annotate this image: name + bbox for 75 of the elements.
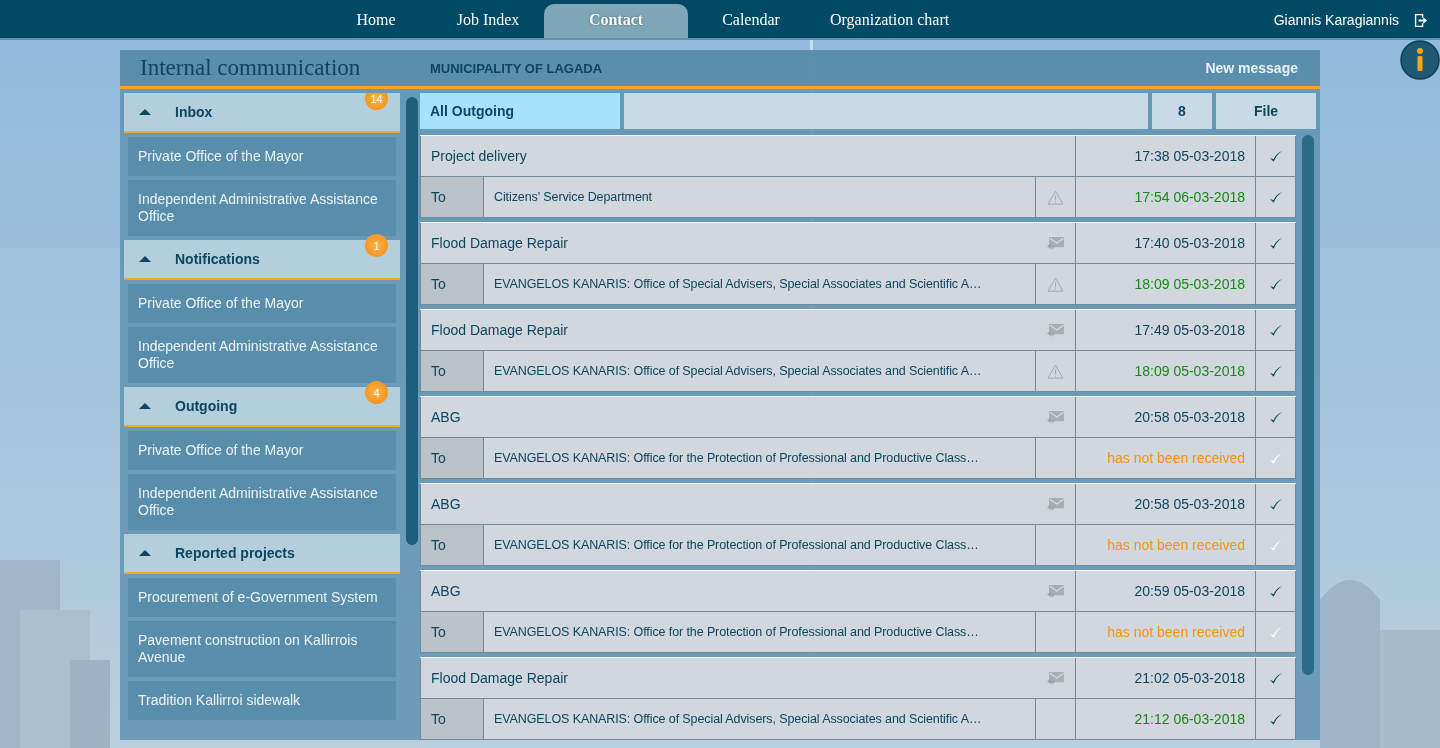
sent-time: 20:58 05-03-2018 xyxy=(1075,484,1255,524)
sent-time: 17:40 05-03-2018 xyxy=(1075,223,1255,263)
receipt-status: 17:54 06-03-2018 xyxy=(1075,177,1255,217)
sent-time: 17:38 05-03-2018 xyxy=(1075,136,1255,176)
message-row[interactable]: To EVANGELOS KANARIS: Office for the Protection of Professional and Productive Class… has not been received xyxy=(420,525,1296,566)
recipient-label: To xyxy=(421,438,483,478)
reply-icon[interactable] xyxy=(1045,583,1065,599)
message-row[interactable]: To EVANGELOS KANARIS: Office of Special Advisers, Special Associates and Scientific A… 21:12 06-03-2018 xyxy=(420,699,1296,740)
section-title: Internal communication xyxy=(139,55,362,81)
scrollbar[interactable] xyxy=(1302,135,1314,675)
recipient-name: EVANGELOS KANARIS: Office of Special Advisers, Special Associates and Scientific A… xyxy=(483,351,1035,391)
reply-icon[interactable] xyxy=(1045,409,1065,425)
organization-name: MUNICIPALITY OF LAGADA xyxy=(430,60,603,76)
section-header-label: Notifications xyxy=(175,251,260,267)
nav-tab[interactable]: Home xyxy=(320,4,432,38)
sent-time: 21:02 05-03-2018 xyxy=(1075,658,1255,698)
recipient-label: To xyxy=(421,699,483,739)
recipient-label: To xyxy=(421,351,483,391)
message-row[interactable]: To EVANGELOS KANARIS: Office for the Protection of Professional and Productive Class… has not been received xyxy=(420,612,1296,653)
info-button[interactable] xyxy=(1400,40,1440,80)
filter-tab[interactable]: All Outgoing xyxy=(420,93,620,129)
message-row[interactable]: To EVANGELOS KANARIS: Office of Special Advisers, Special Associates and Scientific A… 18:09 05-03-2018 xyxy=(420,351,1296,392)
receipt-status: 18:09 05-03-2018 xyxy=(1075,264,1255,304)
message-subject[interactable]: Flood Damage Repair xyxy=(421,658,1035,698)
message-row[interactable]: Project delivery 17:38 05-03-2018 xyxy=(420,136,1296,177)
recipient-label: To xyxy=(421,264,483,304)
recipient-name: EVANGELOS KANARIS: Office of Special Advisers, Special Associates and Scientific A… xyxy=(483,699,1035,739)
recipient-label: To xyxy=(421,612,483,652)
file-button[interactable]: File xyxy=(1216,93,1316,129)
nav-tab[interactable]: Calendar xyxy=(688,4,814,38)
message-row[interactable]: To EVANGELOS KANARIS: Office for the Protection of Professional and Productive Class… has not been received xyxy=(420,438,1296,479)
recipient-name: Citizens' Service Department xyxy=(483,177,1035,217)
message-row[interactable]: Flood Damage Repair 17:40 05-03-2018 xyxy=(420,223,1296,264)
nav-tab[interactable]: Job Index xyxy=(432,4,544,38)
message-row[interactable]: Flood Damage Repair 21:02 05-03-2018 xyxy=(420,658,1296,699)
message-count: 8 xyxy=(1152,93,1212,129)
message-subject[interactable]: Flood Damage Repair xyxy=(421,223,1035,263)
section-header[interactable]: Reported projects xyxy=(124,534,400,574)
receipt-status: has not been received xyxy=(1075,525,1255,565)
sent-time: 20:58 05-03-2018 xyxy=(1075,397,1255,437)
receipt-status: 18:09 05-03-2018 xyxy=(1075,351,1255,391)
message-subject[interactable]: ABG xyxy=(421,397,1035,437)
message-row[interactable]: ABG 20:59 05-03-2018 xyxy=(420,571,1296,612)
recipient-name: EVANGELOS KANARIS: Office for the Protection of Professional and Productive Class… xyxy=(483,525,1035,565)
message-row[interactable]: To EVANGELOS KANARIS: Office of Special Advisers, Special Associates and Scientific A… 18:09 05-03-2018 xyxy=(420,264,1296,305)
message-subject[interactable]: ABG xyxy=(421,571,1035,611)
recipient-name: EVANGELOS KANARIS: Office for the Protection of Professional and Productive Class… xyxy=(483,612,1035,652)
receipt-status: has not been received xyxy=(1075,438,1255,478)
message-row[interactable]: ABG 20:58 05-03-2018 xyxy=(420,484,1296,525)
reply-icon[interactable] xyxy=(1045,235,1065,251)
recipient-name: EVANGELOS KANARIS: Office of Special Advisers, Special Associates and Scientific A… xyxy=(483,264,1035,304)
recipient-label: To xyxy=(421,177,483,217)
message-subject[interactable]: ABG xyxy=(421,484,1035,524)
receipt-status: 21:12 06-03-2018 xyxy=(1075,699,1255,739)
message-row[interactable]: To Citizens' Service Department 17:54 06-03-2018 xyxy=(420,177,1296,218)
section-header-label: Inbox xyxy=(175,104,213,120)
recipient-name: EVANGELOS KANARIS: Office for the Protection of Professional and Productive Class… xyxy=(483,438,1035,478)
sent-time: 20:59 05-03-2018 xyxy=(1075,571,1255,611)
reply-icon[interactable] xyxy=(1045,670,1065,686)
recipient-label: To xyxy=(421,525,483,565)
nav-tab[interactable]: Organization chart xyxy=(814,4,966,38)
user-name[interactable]: Giannis Karagiannis xyxy=(1273,12,1399,28)
scrollbar[interactable] xyxy=(406,97,418,545)
sent-time: 17:49 05-03-2018 xyxy=(1075,310,1255,350)
reply-icon[interactable] xyxy=(1045,496,1065,512)
section-header-label: Outgoing xyxy=(175,398,238,414)
message-row[interactable]: Flood Damage Repair 17:49 05-03-2018 xyxy=(420,310,1296,351)
section-header-label: Reported projects xyxy=(175,545,295,561)
logout-icon[interactable] xyxy=(1413,12,1428,28)
message-subject[interactable]: Flood Damage Repair xyxy=(421,310,1035,350)
message-subject[interactable]: Project delivery xyxy=(421,136,1035,176)
receipt-status: has not been received xyxy=(1075,612,1255,652)
message-row[interactable]: ABG 20:58 05-03-2018 xyxy=(420,397,1296,438)
search-field[interactable] xyxy=(624,93,1148,129)
reply-icon[interactable] xyxy=(1045,322,1065,338)
